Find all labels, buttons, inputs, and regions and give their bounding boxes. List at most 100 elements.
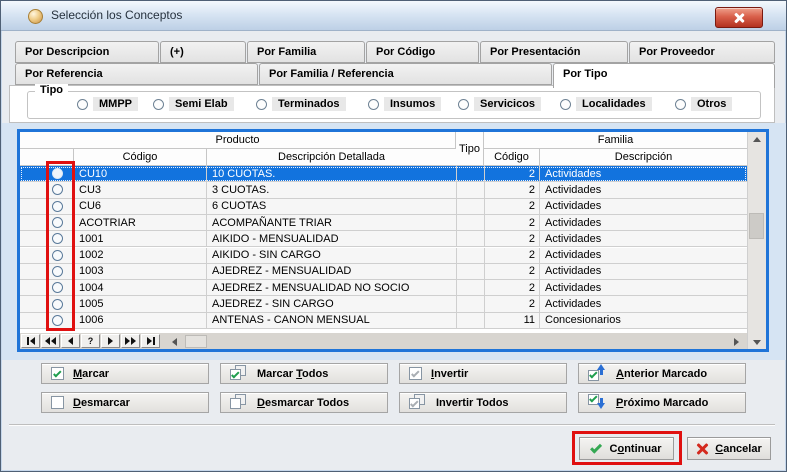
tab-por-proveedor[interactable]: Por Proveedor: [629, 41, 775, 63]
cell-familia-descripcion: Concesionarios: [539, 313, 747, 328]
radio-icon: [675, 99, 686, 110]
button-label: Invertir: [431, 368, 468, 380]
scroll-up-button[interactable]: [747, 132, 766, 146]
arrow-up-icon: [753, 137, 761, 142]
table-row[interactable]: CU3 3 CUOTAS. 2 Actividades: [20, 182, 747, 198]
radio-servicicos[interactable]: Servicicos: [458, 97, 541, 111]
scroll-down-button[interactable]: [747, 335, 766, 349]
button-label: Marcar: [73, 368, 109, 380]
button-label: Anterior Marcado: [616, 368, 707, 380]
arrow-down-icon: [753, 340, 761, 345]
window-title: Selección los Conceptos: [51, 8, 182, 22]
cell-tipo: [456, 296, 484, 311]
tab-por-familia-referencia[interactable]: Por Familia / Referencia: [259, 63, 552, 85]
nav-help-button[interactable]: ?: [81, 334, 100, 348]
hscroll-left-button[interactable]: [167, 335, 181, 348]
anterior-marcado-button[interactable]: Anterior Marcado: [578, 363, 746, 384]
proximo-marcado-button[interactable]: Próximo Marcado: [578, 392, 746, 413]
cell-familia-descripcion: Actividades: [539, 248, 747, 263]
header-familia: Familia: [484, 132, 747, 149]
cell-descripcion: AJEDREZ - SIN CARGO: [206, 296, 456, 311]
horizontal-scroll-thumb[interactable]: [185, 335, 207, 348]
tab-por-familia[interactable]: Por Familia: [247, 41, 365, 63]
cell-familia-descripcion: Actividades: [539, 231, 747, 246]
button-label: Próximo Marcado: [616, 397, 708, 409]
tab-plus[interactable]: (+): [160, 41, 246, 63]
table-row[interactable]: 1003 AJEDREZ - MENSUALIDAD 2 Actividades: [20, 264, 747, 280]
tab-por-presentacion[interactable]: Por Presentación: [480, 41, 628, 63]
tab-por-tipo[interactable]: Por Tipo: [553, 63, 775, 88]
title-bar: Selección los Conceptos: [1, 1, 786, 31]
header-familia-descripcion: Descripción: [539, 149, 747, 166]
header-producto: Producto: [20, 132, 456, 149]
radio-terminados[interactable]: Terminados: [256, 97, 346, 111]
cell-descripcion: 6 CUOTAS: [206, 199, 456, 214]
cell-familia-codigo: 2: [484, 166, 539, 181]
cell-familia-descripcion: Actividades: [539, 182, 747, 197]
table-row[interactable]: 1002 AIKIDO - SIN CARGO 2 Actividades: [20, 248, 747, 264]
hscroll-right-button[interactable]: [729, 335, 743, 348]
vertical-scroll-thumb[interactable]: [749, 213, 764, 239]
nav-next-page-button[interactable]: [121, 334, 140, 348]
vertical-scrollbar[interactable]: [747, 132, 766, 349]
cell-familia-descripcion: Actividades: [539, 264, 747, 279]
radio-insumos[interactable]: Insumos: [368, 97, 441, 111]
radio-localidades[interactable]: Localidades: [560, 97, 652, 111]
nav-prev-button[interactable]: [61, 334, 80, 348]
next-record-icon: [108, 337, 113, 345]
radio-icon: [153, 99, 164, 110]
nav-first-button[interactable]: [21, 334, 40, 348]
radio-otros[interactable]: Otros: [675, 97, 732, 111]
cell-tipo: [456, 231, 484, 246]
close-button[interactable]: [715, 7, 763, 28]
tab-por-codigo[interactable]: Por Código: [366, 41, 479, 63]
marcar-button[interactable]: Marcar: [41, 363, 209, 384]
invertir-todos-button[interactable]: Invertir Todos: [399, 392, 567, 413]
cancelar-button[interactable]: Cancelar: [687, 437, 771, 460]
nav-prev-page-button[interactable]: [41, 334, 60, 348]
table-row[interactable]: ACOTRIAR ACOMPAÑANTE TRIAR 2 Actividades: [20, 215, 747, 231]
table-row[interactable]: CU6 6 CUOTAS 2 Actividades: [20, 199, 747, 215]
nav-last-button[interactable]: [141, 334, 160, 348]
table-row[interactable]: CU10 10 CUOTAS. 2 Actividades: [20, 166, 747, 182]
cell-codigo: 1003: [73, 264, 206, 279]
button-label: Cancelar: [715, 443, 761, 455]
cell-codigo: 1001: [73, 231, 206, 246]
radio-mmpp[interactable]: MMPP: [77, 97, 138, 111]
footer-separator: [9, 424, 775, 426]
cell-familia-codigo: 2: [484, 215, 539, 230]
tab-por-referencia[interactable]: Por Referencia: [15, 63, 258, 85]
tab-por-descripcion[interactable]: Por Descripcion: [15, 41, 159, 63]
prev-page-icon: [51, 337, 56, 345]
arrow-left-icon: [172, 338, 177, 346]
cell-descripcion: AJEDREZ - MENSUALIDAD NO SOCIO: [206, 280, 456, 295]
cell-codigo: 1004: [73, 280, 206, 295]
marcar-todos-button[interactable]: Marcar Todos: [220, 363, 388, 384]
button-label: Desmarcar: [73, 397, 130, 409]
desmarcar-button[interactable]: Desmarcar: [41, 392, 209, 413]
cell-familia-descripcion: Actividades: [539, 296, 747, 311]
cell-descripcion: AJEDREZ - MENSUALIDAD: [206, 264, 456, 279]
table-row[interactable]: 1005 AJEDREZ - SIN CARGO 2 Actividades: [20, 296, 747, 312]
checkbox-stack-checked-icon: [230, 365, 248, 382]
checkbox-stack-empty-icon: [230, 394, 248, 411]
cell-familia-descripcion: Actividades: [539, 280, 747, 295]
table-row[interactable]: 1004 AJEDREZ - MENSUALIDAD NO SOCIO 2 Ac…: [20, 280, 747, 296]
cell-tipo: [456, 182, 484, 197]
table-row[interactable]: 1006 ANTENAS - CANON MENSUAL 11 Concesio…: [20, 313, 747, 329]
nav-next-button[interactable]: [101, 334, 120, 348]
header-descripcion-detallada: Descripción Detallada: [206, 149, 456, 166]
radio-icon: [256, 99, 267, 110]
table-row[interactable]: 1001 AIKIDO - MENSUALIDAD 2 Actividades: [20, 231, 747, 247]
desmarcar-todos-button[interactable]: Desmarcar Todos: [220, 392, 388, 413]
invertir-button[interactable]: Invertir: [399, 363, 567, 384]
radio-semi-elab[interactable]: Semi Elab: [153, 97, 234, 111]
cell-descripcion: 3 CUOTAS.: [206, 182, 456, 197]
button-label: Marcar Todos: [257, 368, 328, 380]
app-icon: [28, 9, 43, 24]
cell-familia-codigo: 2: [484, 231, 539, 246]
cell-familia-codigo: 2: [484, 199, 539, 214]
cell-codigo: CU10: [73, 166, 206, 181]
arrow-right-icon: [734, 338, 739, 346]
radio-icon: [368, 99, 379, 110]
